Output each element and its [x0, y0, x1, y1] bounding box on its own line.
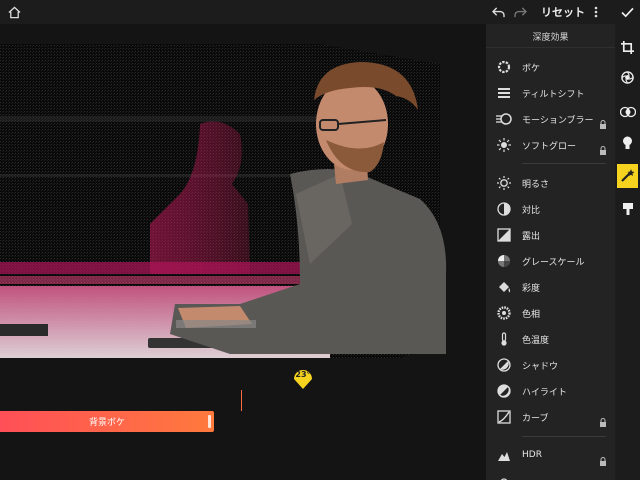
effect-label: グレースケール [522, 258, 585, 268]
angle-indicator[interactable]: 23° [292, 366, 314, 390]
photo-canvas[interactable]: 23° 背景ボケ [0, 24, 486, 480]
slider-handle[interactable] [208, 415, 211, 428]
effect-item-shadow[interactable]: シャドウ [486, 354, 615, 376]
more-menu-icon[interactable] [587, 3, 605, 21]
panel-title: 深度効果 [532, 33, 569, 43]
effect-item-brightness[interactable]: 明るさ [486, 172, 615, 194]
effect-label: モーションブラー [522, 116, 594, 126]
effects-panel: 深度効果 ボケ ティルトシフト モーションブラー ソフトグロー 明るさ 対比 露… [486, 24, 615, 480]
hdr-icon [496, 448, 512, 464]
effect-label: ハイライト [522, 388, 567, 398]
effect-item-tilt-shift[interactable]: ティルトシフト [486, 82, 615, 104]
lock-icon [599, 451, 607, 466]
effect-item-exposure[interactable]: 露出 [486, 224, 615, 246]
effect-item-highlight[interactable]: ハイライト [486, 380, 615, 402]
effect-label: ティルトシフト [522, 90, 585, 100]
home-icon[interactable] [5, 3, 23, 21]
effect-item-motion-blur[interactable]: モーションブラー [486, 108, 615, 130]
effect-label: ボケ [522, 64, 541, 74]
hue-icon [496, 305, 512, 321]
effect-item-contrast[interactable]: 対比 [486, 198, 615, 220]
adjust-icon [496, 474, 512, 480]
lock-icon [599, 412, 607, 427]
overlay-tool-button[interactable] [617, 100, 638, 124]
effect-item-hue[interactable]: 色相 [486, 302, 615, 324]
section-divider [522, 436, 606, 437]
curve-icon [496, 409, 512, 425]
overlay-icon [619, 103, 636, 122]
temperature-icon [496, 331, 512, 347]
tool-strip [615, 24, 640, 480]
magic-wand-icon [620, 167, 635, 186]
effect-label: 彩度 [522, 284, 541, 294]
effect-label: 対比 [522, 206, 541, 216]
crop-icon [621, 39, 634, 58]
filter-tool-button[interactable] [617, 66, 638, 90]
effect-label: カーブ [522, 414, 549, 424]
effect-label: HDR [522, 450, 542, 460]
effect-item-soft-glow[interactable]: ソフトグロー [486, 134, 615, 156]
effect-item-grayscale[interactable]: グレースケール [486, 250, 615, 272]
panel-divider [486, 47, 615, 48]
grayscale-icon [496, 253, 512, 269]
effects-tool-button[interactable] [617, 164, 638, 188]
focus-marker[interactable] [241, 390, 242, 411]
exposure-icon [496, 227, 512, 243]
lock-icon [599, 140, 607, 155]
effect-item-next[interactable] [486, 471, 615, 480]
brush-tool-button[interactable] [617, 198, 638, 222]
effect-item-saturation[interactable]: 彩度 [486, 276, 615, 298]
effect-label: シャドウ [522, 362, 559, 372]
motion-blur-icon [496, 111, 512, 127]
undo-icon[interactable] [489, 3, 507, 21]
light-tool-button[interactable] [617, 132, 638, 156]
effect-item-temperature[interactable]: 色温度 [486, 328, 615, 350]
effect-item-hdr[interactable]: HDR [486, 445, 615, 467]
saturation-icon [496, 279, 512, 295]
effect-label: 露出 [522, 232, 541, 242]
crop-tool-button[interactable] [617, 36, 638, 60]
edited-photo [0, 44, 447, 358]
tilt-shift-icon [496, 85, 512, 101]
redo-icon[interactable] [511, 3, 529, 21]
soft-glow-icon [496, 137, 512, 153]
top-bar: リセット [0, 0, 640, 24]
circle-ring-icon [496, 59, 512, 75]
effect-label: ソフトグロー [522, 142, 577, 152]
effect-label: 明るさ [522, 180, 550, 190]
effect-label: 色相 [522, 310, 541, 320]
confirm-check-icon[interactable] [618, 3, 636, 21]
brightness-icon [496, 175, 512, 191]
brush-icon [622, 201, 634, 220]
contrast-icon [496, 201, 512, 217]
effect-item-bokeh[interactable]: ボケ [486, 56, 615, 78]
slider-label: 背景ボケ [88, 418, 125, 428]
effect-item-curve[interactable]: カーブ [486, 406, 615, 428]
angle-value: 23° [295, 370, 311, 379]
aperture-icon [621, 69, 634, 88]
reset-button[interactable]: リセット [541, 4, 585, 20]
highlight-icon [496, 383, 512, 399]
effect-label: 色温度 [522, 336, 550, 346]
shadow-icon [496, 357, 512, 373]
bulb-icon [622, 135, 633, 154]
lock-icon [599, 114, 607, 129]
section-divider [522, 163, 606, 164]
